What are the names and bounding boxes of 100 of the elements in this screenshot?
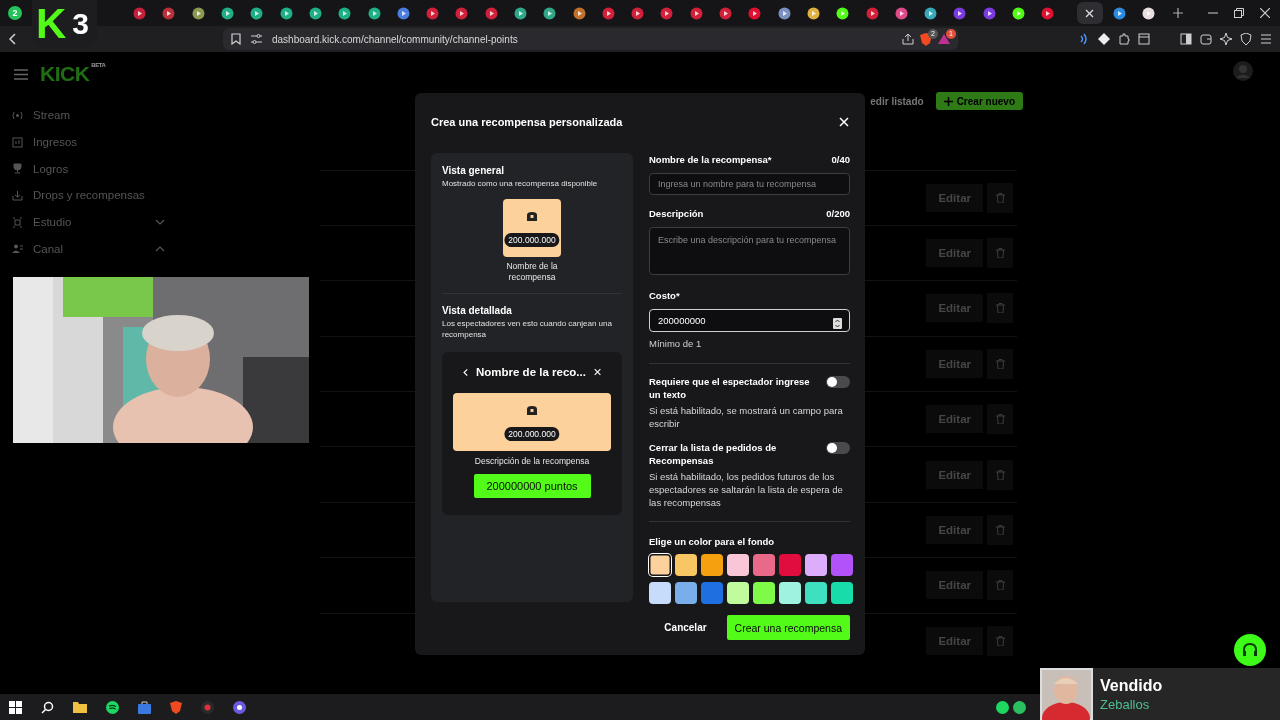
url-text[interactable]: dashboard.kick.com/channel/community/channel-points <box>272 33 518 45</box>
chat-icon[interactable] <box>233 700 246 714</box>
sidebar-item[interactable]: Stream <box>33 109 165 122</box>
favicon-icon[interactable] <box>894 6 908 20</box>
close-icon[interactable] <box>1085 8 1094 18</box>
color-swatch[interactable] <box>779 554 801 576</box>
spinner-icon[interactable] <box>833 318 842 329</box>
number-field[interactable]: 200000000 <box>649 309 850 332</box>
edit-button[interactable]: Editar <box>926 626 983 655</box>
bag-icon[interactable] <box>138 700 151 714</box>
edit-button[interactable]: Editar <box>926 460 983 489</box>
color-swatch[interactable] <box>701 582 723 604</box>
maximize-icon[interactable] <box>1234 8 1244 18</box>
bookmark-icon[interactable] <box>231 33 241 45</box>
favicon-icon[interactable] <box>308 6 322 20</box>
color-swatch[interactable] <box>805 582 827 604</box>
favicon-badge[interactable]: 2 <box>8 6 22 20</box>
edit-button[interactable]: Editar <box>926 239 983 268</box>
favicon-icon[interactable] <box>719 6 733 20</box>
favicon-icon[interactable] <box>1112 6 1126 20</box>
favicon-icon[interactable] <box>865 6 879 20</box>
sidebar-item[interactable]: Logros <box>33 162 165 175</box>
favicon-icon[interactable] <box>631 6 645 20</box>
edit-button[interactable]: Editar <box>926 571 983 600</box>
color-swatch[interactable] <box>649 554 671 576</box>
back-icon[interactable] <box>463 366 468 378</box>
favicon-icon[interactable] <box>806 6 820 20</box>
toggle-switch[interactable] <box>826 442 850 454</box>
windows-icon[interactable] <box>9 700 22 714</box>
create-button[interactable]: Crear nuevo <box>935 92 1023 110</box>
create-button[interactable]: Crear una recompensa <box>726 615 850 640</box>
favicon-icon[interactable] <box>689 6 703 20</box>
favicon-icon[interactable] <box>572 6 586 20</box>
back-icon[interactable] <box>8 33 18 45</box>
favicon-icon[interactable] <box>338 6 352 20</box>
favicon-icon[interactable] <box>748 6 762 20</box>
favicon-icon[interactable] <box>367 6 381 20</box>
window-icon[interactable] <box>1138 33 1150 45</box>
favicon-icon[interactable] <box>133 6 147 20</box>
color-swatch[interactable] <box>753 554 775 576</box>
favicon-icon[interactable] <box>924 6 938 20</box>
favicon-icon[interactable] <box>1041 6 1055 20</box>
search-icon[interactable] <box>41 700 54 714</box>
favicon-icon[interactable] <box>514 6 527 20</box>
favicon-icon[interactable] <box>1012 6 1026 20</box>
color-swatch[interactable] <box>649 582 671 604</box>
edit-button[interactable]: Editar <box>926 516 983 545</box>
cancel-button[interactable]: Cancelar <box>658 621 713 634</box>
favicon-icon[interactable] <box>221 6 235 20</box>
toggle-switch[interactable] <box>826 376 850 388</box>
folder-icon[interactable] <box>73 701 87 713</box>
sidebar-item[interactable]: Canal <box>33 242 145 255</box>
link[interactable]: edir listado <box>870 95 924 107</box>
favicon-icon[interactable] <box>250 6 264 20</box>
favicon-icon[interactable] <box>660 6 674 20</box>
favicon-icon[interactable] <box>484 6 498 20</box>
edit-button[interactable]: Editar <box>926 183 983 212</box>
wallet-icon[interactable] <box>1200 33 1212 45</box>
favicon-icon[interactable] <box>982 6 996 20</box>
text-area[interactable]: Escribe una descripción para tu recompensa <box>649 227 850 275</box>
edit-button[interactable]: Editar <box>926 349 983 378</box>
menu-icon[interactable] <box>14 68 28 80</box>
sidebar-item[interactable]: Ingresos <box>33 136 165 149</box>
color-swatch[interactable] <box>831 582 853 604</box>
favicon-icon[interactable] <box>836 6 850 20</box>
favicon-icon[interactable] <box>191 6 205 20</box>
color-swatch[interactable] <box>727 582 749 604</box>
favicon-icon[interactable] <box>543 6 557 20</box>
favicon-icon[interactable] <box>601 6 615 20</box>
share-icon[interactable] <box>902 33 914 45</box>
logo[interactable]: KICK$^{BETA}$ <box>40 62 106 86</box>
shield-icon[interactable] <box>1240 33 1252 45</box>
color-swatch[interactable] <box>701 554 723 576</box>
puzzle-icon[interactable] <box>1118 33 1130 45</box>
sidebar-item[interactable]: Estudio <box>33 216 145 229</box>
favicon-icon[interactable] <box>426 6 440 20</box>
edit-button[interactable]: Editar <box>926 405 983 434</box>
favicon-icon[interactable] <box>162 6 176 20</box>
sparkle-icon[interactable] <box>1220 33 1232 45</box>
sidebar-icon[interactable] <box>1180 33 1192 45</box>
chevron-icon[interactable] <box>155 219 165 226</box>
support-button[interactable] <box>1234 634 1266 666</box>
color-swatch[interactable] <box>675 582 697 604</box>
favicon-icon[interactable] <box>953 6 967 20</box>
edit-button[interactable]: Editar <box>926 294 983 323</box>
sidebar-item[interactable]: Drops y recompensas <box>33 189 165 202</box>
color-swatch[interactable] <box>727 554 749 576</box>
input-field[interactable]: Ingresa un nombre para tu recompensa <box>649 173 850 195</box>
color-swatch[interactable] <box>675 554 697 576</box>
color-swatch[interactable] <box>831 554 853 576</box>
color-swatch[interactable] <box>753 582 775 604</box>
favicon-icon[interactable] <box>455 6 469 20</box>
chevron-icon[interactable] <box>155 245 165 252</box>
triangle-icon[interactable] <box>938 33 950 45</box>
favicon-icon[interactable] <box>279 6 293 20</box>
favicon-icon[interactable] <box>396 6 410 20</box>
color-swatch[interactable] <box>779 582 801 604</box>
wifi-icon[interactable] <box>1078 33 1090 45</box>
favicon-icon[interactable] <box>1141 6 1155 20</box>
redeem-button[interactable]: 200000000 puntos <box>473 474 591 498</box>
